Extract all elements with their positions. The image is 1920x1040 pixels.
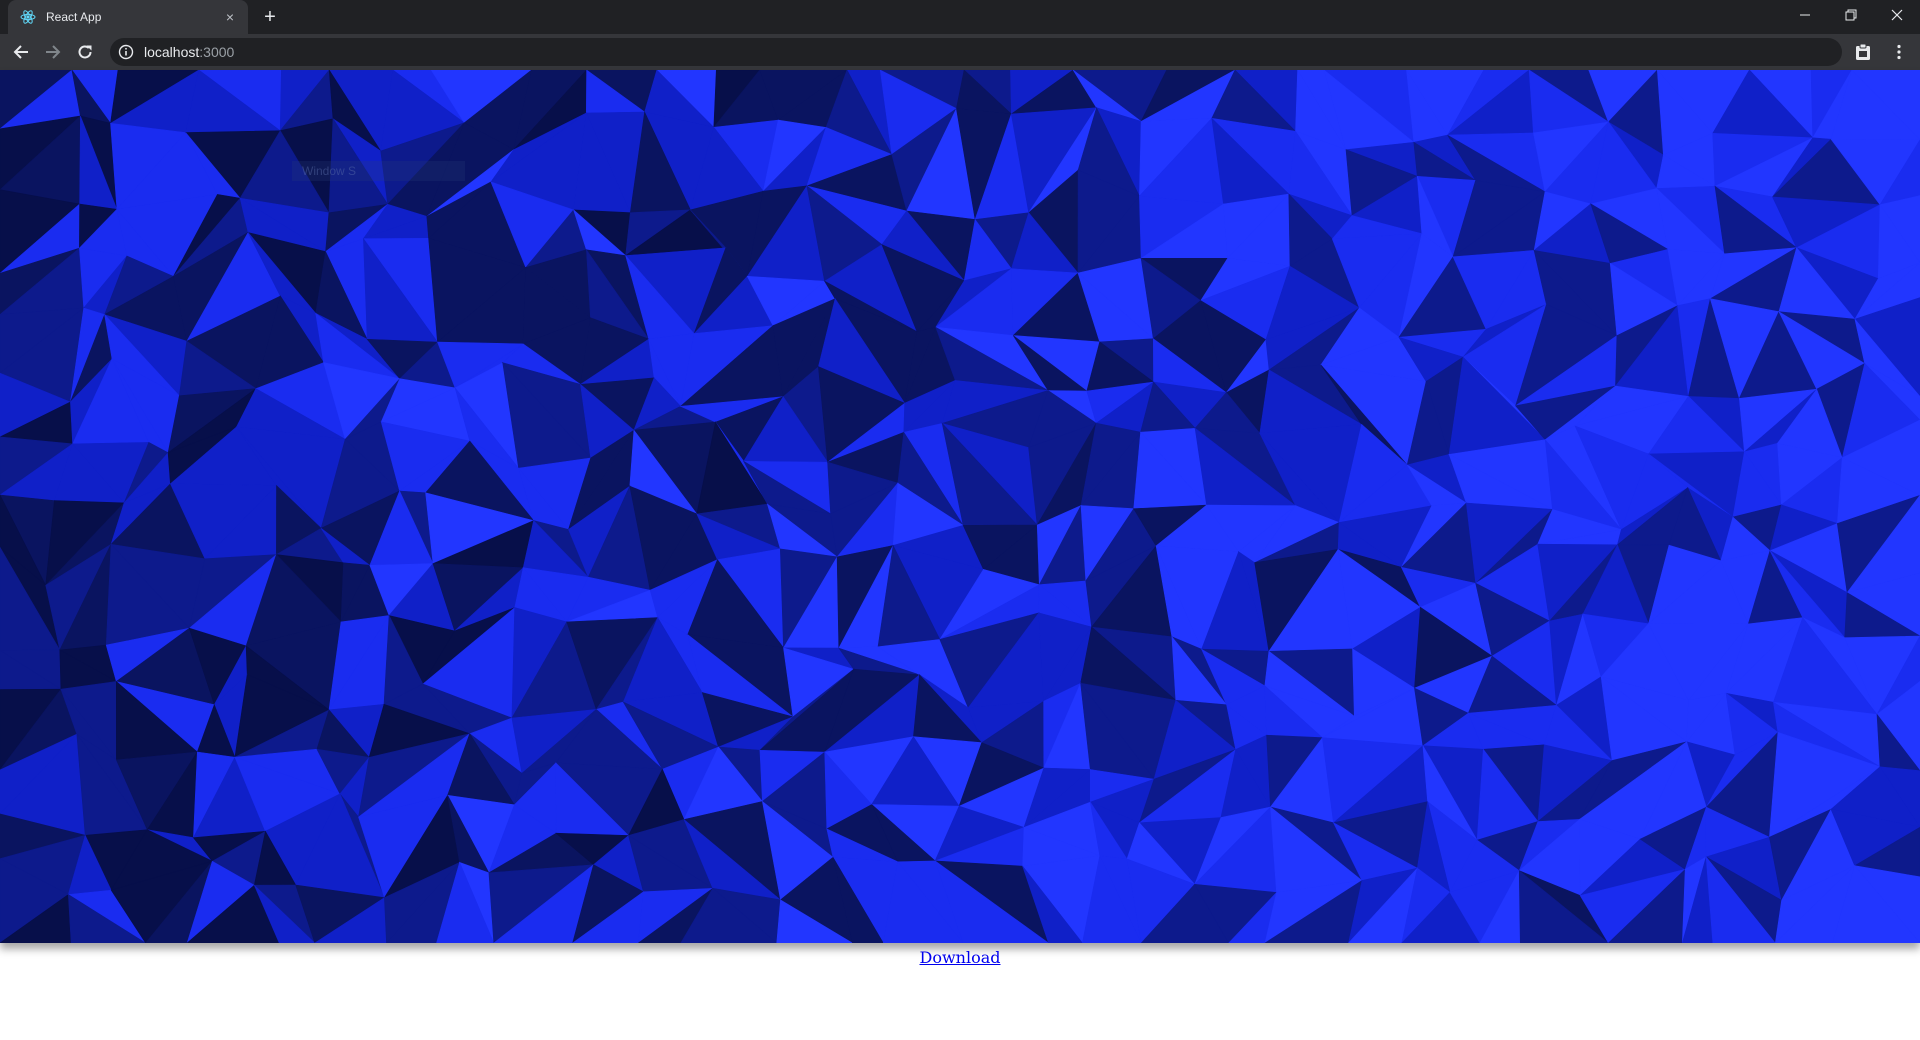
url-host: localhost [144,44,200,60]
tab-strip: React App × + [0,0,1920,34]
reload-icon [78,45,92,59]
minimize-button[interactable] [1782,0,1828,30]
download-link[interactable]: Download [920,948,1001,967]
low-poly-pattern [0,70,1920,943]
low-poly-background: Window S [0,70,1920,943]
info-icon[interactable] [118,44,134,60]
browser-toolbar: localhost:3000 [0,34,1920,70]
browser-tab[interactable]: React App × [8,0,248,34]
page-viewport: Window S Download [0,70,1920,1040]
kebab-menu-icon[interactable] [1890,43,1908,61]
tab-title: React App [46,10,102,24]
clipboard-extension-icon[interactable] [1854,43,1872,61]
url-port: :3000 [199,44,235,60]
minimize-icon [1800,14,1810,16]
close-window-button[interactable] [1874,0,1920,30]
tab-close-icon[interactable]: × [222,9,238,25]
restore-icon [1845,9,1857,21]
new-tab-button[interactable]: + [258,5,282,29]
forward-button[interactable] [41,40,65,64]
back-button[interactable] [9,40,33,64]
reload-button[interactable] [73,40,97,64]
ghost-window-label: Window S [292,161,465,181]
restore-button[interactable] [1828,0,1874,30]
forward-arrow-icon [46,45,61,59]
back-arrow-icon [13,45,28,59]
download-container: Download [0,948,1920,968]
close-icon [1891,9,1903,21]
address-bar[interactable]: localhost:3000 [110,38,1842,66]
react-logo-icon [20,10,36,24]
